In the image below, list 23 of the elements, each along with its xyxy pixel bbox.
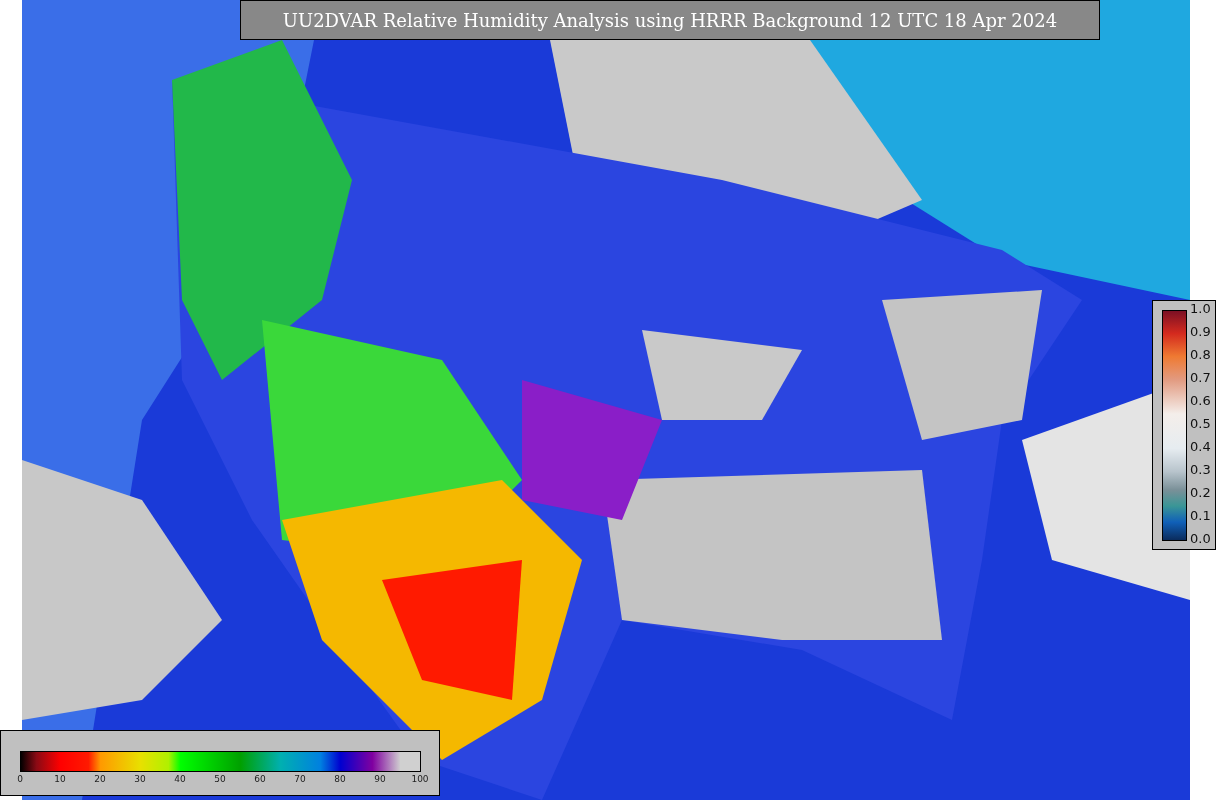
chart-title: UU2DVAR Relative Humidity Analysis using HRRR Background 12 UTC 18 Apr 2024 [240, 0, 1100, 40]
tick-label: 0.4 [1190, 438, 1211, 456]
tick-label: 10 [53, 773, 67, 786]
tick-label: 40 [173, 773, 187, 786]
tick-label: 0.1 [1190, 507, 1211, 525]
tick-label: 0.5 [1190, 415, 1211, 433]
tick-label: 0.3 [1190, 461, 1211, 479]
tick-label: 0.0 [1190, 530, 1211, 548]
tick-label: 0.7 [1190, 369, 1211, 387]
tick-label: 100 [410, 773, 430, 786]
tick-label: 0 [16, 773, 24, 786]
tick-label: 90 [373, 773, 387, 786]
tick-label: 0.9 [1190, 323, 1211, 341]
tick-label: 20 [93, 773, 107, 786]
tick-label: 50 [213, 773, 227, 786]
tick-label: 0.2 [1190, 484, 1211, 502]
tick-label: 80 [333, 773, 347, 786]
tick-label: 60 [253, 773, 267, 786]
tick-label: 70 [293, 773, 307, 786]
tick-label: 30 [133, 773, 147, 786]
tick-label: 1.0 [1190, 300, 1211, 318]
tick-label: 0.8 [1190, 346, 1211, 364]
tick-label: 0.6 [1190, 392, 1211, 410]
